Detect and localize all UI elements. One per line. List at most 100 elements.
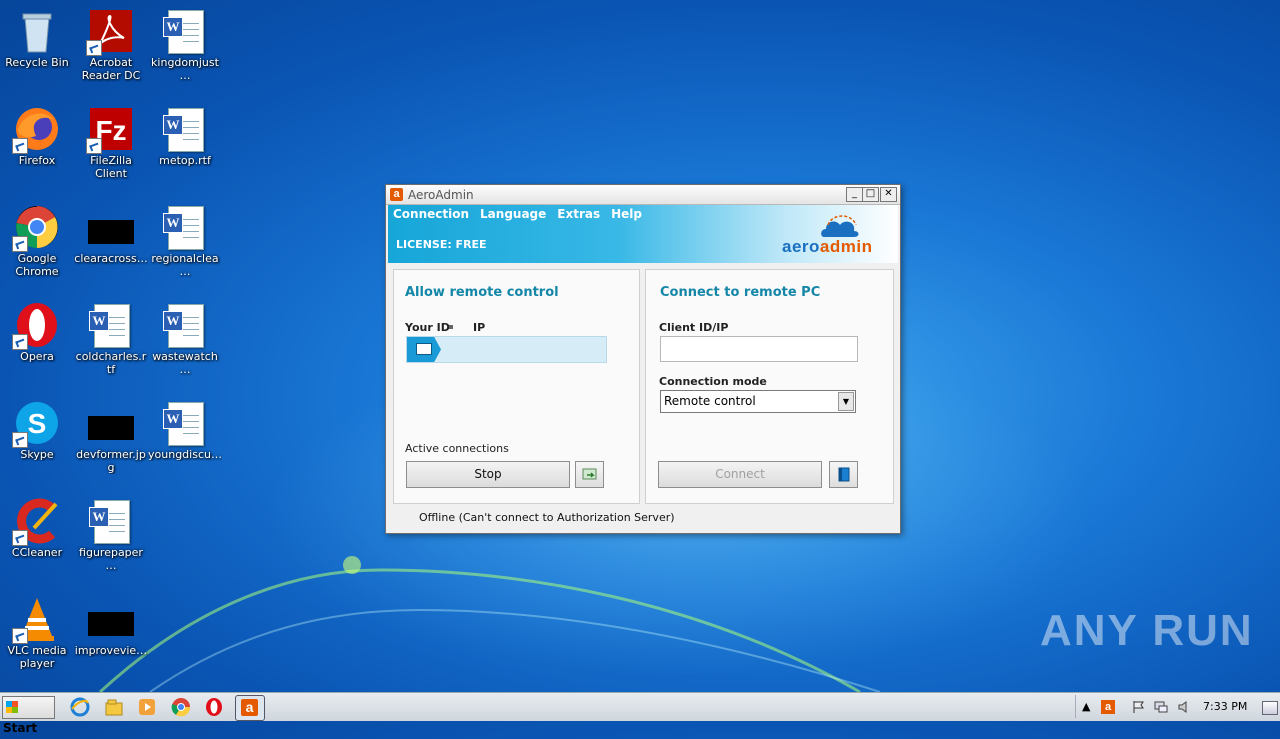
desktop-icon-improvevie[interactable]: improvevie… bbox=[74, 592, 148, 682]
connection-mode-label: Connection mode bbox=[659, 375, 767, 388]
your-id-label: Your ID bbox=[405, 321, 450, 334]
opera-icon[interactable] bbox=[204, 697, 224, 717]
ie-icon[interactable] bbox=[70, 697, 90, 717]
title-bar[interactable]: a AeroAdmin _ □ ✕ bbox=[386, 185, 900, 205]
black-thumbnail-icon bbox=[88, 204, 134, 250]
menu-extras[interactable]: Extras bbox=[557, 207, 600, 221]
word-doc-icon: W bbox=[162, 204, 208, 250]
shortcut-arrow-icon bbox=[12, 530, 28, 546]
screen-share-icon bbox=[582, 468, 597, 480]
aeroadmin-logo: aeroadmin bbox=[782, 215, 892, 261]
vlc-icon bbox=[12, 596, 60, 644]
shortcut-arrow-icon bbox=[12, 432, 28, 448]
desktop-icon-ccleaner[interactable]: CCleaner bbox=[0, 494, 74, 584]
desktop-icon-kingdomjust[interactable]: W kingdomjust… bbox=[148, 4, 222, 94]
black-thumbnail-icon bbox=[88, 596, 134, 642]
chrome-icon[interactable] bbox=[171, 697, 191, 717]
clock[interactable]: 7:33 PM bbox=[1203, 700, 1247, 713]
svg-text:S: S bbox=[28, 408, 47, 439]
desktop-icon-youngdiscu[interactable]: W youngdiscu… bbox=[148, 396, 222, 486]
desktop-icon-metop[interactable]: W metop.rtf bbox=[148, 102, 222, 192]
acrobat-icon bbox=[86, 8, 134, 56]
opera-icon bbox=[12, 302, 60, 350]
action-center-flag-icon[interactable] bbox=[1131, 700, 1145, 714]
allow-remote-panel: Allow remote control Your ID IP Active c… bbox=[393, 269, 640, 504]
minimize-button[interactable]: _ bbox=[846, 187, 863, 202]
address-book-icon bbox=[838, 467, 850, 482]
aeroadmin-taskbar-button[interactable]: a bbox=[235, 695, 265, 721]
desktop-icon-skype[interactable]: S Skype bbox=[0, 396, 74, 486]
address-book-button[interactable] bbox=[829, 461, 858, 488]
word-doc-icon: W bbox=[88, 302, 134, 348]
ccleaner-icon bbox=[12, 498, 60, 546]
menu-bar: Connection Language Extras Help bbox=[393, 207, 653, 221]
desktop-icon-acrobat[interactable]: Acrobat Reader DC bbox=[74, 4, 148, 94]
allow-remote-title: Allow remote control bbox=[405, 285, 559, 300]
chrome-icon bbox=[12, 204, 60, 252]
desktop-icon-wastewatch[interactable]: W wastewatch… bbox=[148, 298, 222, 388]
desktop-icon-recycle-bin[interactable]: Recycle Bin bbox=[0, 4, 74, 94]
desktop-icon-chrome[interactable]: Google Chrome bbox=[0, 200, 74, 290]
filezilla-icon: Fz bbox=[86, 106, 134, 154]
show-hidden-icons-icon[interactable]: ▲ bbox=[1082, 700, 1096, 714]
ip-label: IP bbox=[473, 321, 486, 334]
desktop-icon-firefox[interactable]: Firefox bbox=[0, 102, 74, 192]
desktop-icon-vlc[interactable]: VLC media player bbox=[0, 592, 74, 682]
word-doc-icon: W bbox=[162, 106, 208, 152]
anyrun-watermark: ANY RUN bbox=[1040, 606, 1254, 655]
license-label: LICENSE: FREE bbox=[396, 238, 487, 251]
volume-icon[interactable] bbox=[1177, 700, 1191, 714]
show-desktop-button[interactable] bbox=[1262, 701, 1278, 715]
desktop-icon-regionalclea[interactable]: W regionalclea… bbox=[148, 200, 222, 290]
id-separator-dot bbox=[449, 325, 453, 329]
word-doc-icon: W bbox=[162, 8, 208, 54]
skype-icon: S bbox=[12, 400, 60, 448]
connect-remote-title: Connect to remote PC bbox=[660, 285, 821, 300]
menu-language[interactable]: Language bbox=[480, 207, 546, 221]
chevron-down-icon[interactable]: ▼ bbox=[838, 392, 854, 411]
desktop-icon-opera[interactable]: Opera bbox=[0, 298, 74, 388]
aeroadmin-icon: a bbox=[241, 699, 258, 716]
start-button[interactable]: Start bbox=[2, 696, 55, 735]
client-id-label: Client ID/IP bbox=[659, 321, 729, 334]
maximize-button[interactable]: □ bbox=[862, 187, 879, 202]
connect-remote-panel: Connect to remote PC Client ID/IP Connec… bbox=[645, 269, 894, 504]
word-doc-icon: W bbox=[162, 400, 208, 446]
word-doc-icon: W bbox=[88, 498, 134, 544]
client-id-input[interactable] bbox=[660, 336, 858, 362]
aeroadmin-window: a AeroAdmin _ □ ✕ Connection Language Extr… bbox=[385, 184, 901, 534]
menu-connection[interactable]: Connection bbox=[393, 207, 469, 221]
shortcut-arrow-icon bbox=[12, 334, 28, 350]
connection-mode-select[interactable]: Remote control ▼ bbox=[660, 390, 856, 413]
desktop-icon-figurepaper[interactable]: W figurepaper… bbox=[74, 494, 148, 584]
desktop-icon-coldcharles[interactable]: W coldcharles.rtf bbox=[74, 298, 148, 388]
desktop-icon-filezilla[interactable]: Fz FileZilla Client bbox=[74, 102, 148, 192]
recycle-bin-icon bbox=[14, 8, 60, 54]
stop-button[interactable]: Stop bbox=[406, 461, 570, 488]
network-icon[interactable] bbox=[1154, 700, 1168, 714]
taskbar: Start a ▲ a 7:33 PM bbox=[0, 692, 1280, 735]
connect-button[interactable]: Connect bbox=[658, 461, 822, 488]
desktop-icon-devformer[interactable]: devformer.jpg bbox=[74, 396, 148, 486]
close-button[interactable]: ✕ bbox=[880, 187, 897, 202]
your-id-field[interactable] bbox=[406, 336, 607, 363]
aeroadmin-tray-icon[interactable]: a bbox=[1101, 700, 1115, 714]
shortcut-arrow-icon bbox=[12, 138, 28, 154]
aeroadmin-app-icon: a bbox=[390, 188, 403, 201]
black-thumbnail-icon bbox=[88, 400, 134, 446]
firefox-icon bbox=[12, 106, 60, 154]
windows-logo-icon bbox=[6, 701, 18, 713]
shortcut-arrow-icon bbox=[12, 628, 28, 644]
desktop-icon-clearacross[interactable]: clearacross… bbox=[74, 200, 148, 290]
header-banner: Connection Language Extras Help LICENSE: FR… bbox=[388, 205, 898, 263]
share-screen-button[interactable] bbox=[575, 461, 604, 488]
word-doc-icon: W bbox=[162, 302, 208, 348]
media-player-icon[interactable] bbox=[137, 697, 157, 717]
window-title: AeroAdmin bbox=[408, 188, 474, 202]
computer-arrow-icon bbox=[407, 337, 441, 362]
cloud-logo-icon bbox=[821, 215, 859, 237]
explorer-icon[interactable] bbox=[104, 697, 124, 717]
menu-help[interactable]: Help bbox=[611, 207, 642, 221]
connection-mode-value: Remote control bbox=[664, 394, 756, 408]
shortcut-arrow-icon bbox=[12, 236, 28, 252]
